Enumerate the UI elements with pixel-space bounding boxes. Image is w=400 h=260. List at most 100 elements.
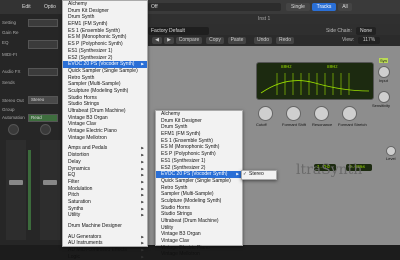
prev-preset-button[interactable]: ◀ [152,37,162,44]
menu-item-quick-sampler-single-sample[interactable]: Quick Sampler (Single Sample) [63,68,147,75]
options-menu[interactable]: Optio [44,4,56,10]
next-preset-button[interactable]: ▶ [164,37,174,44]
menu-item-es2-synthesizer-2[interactable]: ES2 (Synthesizer 2) [63,55,147,62]
menu-item-es-1-ensemble-synth[interactable]: ES 1 (Ensemble Synth) [63,28,147,35]
automation-mode[interactable]: Read [28,114,58,122]
menu-item-studio-horns[interactable]: Studio Horns [63,95,147,102]
submenu-item-ultrabeat-drum-machine[interactable]: Ultrabeat (Drum Machine) [156,218,242,225]
tab-tracks[interactable]: Tracks [312,3,336,11]
menu-item-sampler-multi-sample[interactable]: Sampler (Multi-Sample) [63,81,147,88]
pan-knob-right[interactable] [40,124,51,135]
submenu-item-vintage-clav[interactable]: Vintage Clav [156,238,242,245]
cutoff-knob[interactable] [258,106,273,121]
menu-item-evoc-20-ps-vocoder-synth[interactable]: EVOC 20 PS (Vocoder Synth) [63,61,147,68]
submenu-item-es-1-ensemble-synth[interactable]: ES 1 (Ensemble Synth) [156,138,242,145]
submenu-item-sculpture-modeling-synth[interactable]: Sculpture (Modeling Synth) [156,198,242,205]
compare-button[interactable]: Compare [176,37,202,44]
edit-menu[interactable]: Edit [22,4,31,10]
menu-item-utility[interactable]: Utility [63,212,147,219]
submenu-item-vintage-electric-piano[interactable]: Vintage Electric Piano [156,245,242,252]
submenu-item-evoc-20-ps-vocoder-synth[interactable]: EVOC 20 PS (Vocoder Synth) [156,171,242,178]
undo-button[interactable]: Undo [254,37,272,44]
track-selector-value: Off [151,4,158,10]
submenu-item-vintage-b3-organ[interactable]: Vintage B3 Organ [156,231,242,238]
paste-button[interactable]: Paste [228,37,246,44]
submenu-item-drum-kit-designer[interactable]: Drum Kit Designer [156,118,242,125]
input-level-knob[interactable] [378,66,390,78]
submenu-item-studio-horns[interactable]: Studio Horns [156,205,242,212]
stereo-out-slot[interactable]: Stereo [28,96,58,104]
menu-item-alchemy[interactable]: Alchemy [63,1,147,8]
submenu-item-es2-synthesizer-2[interactable]: ES2 (Synthesizer 2) [156,165,242,172]
menu-item-vintage-b3-organ[interactable]: Vintage B3 Organ [63,115,147,122]
menu-item-efm1-fm-synth[interactable]: EFM1 (FM Synth) [63,21,147,28]
submenu-item-alchemy[interactable]: Alchemy [156,111,242,118]
submenu-item-es1-synthesizer-1[interactable]: ES1 (Synthesizer 1) [156,158,242,165]
level-knob[interactable] [386,146,396,156]
formant-stretch-knob[interactable] [342,106,357,121]
submenu-item-es-p-polyphonic-synth[interactable]: ES P (Polyphonic Synth) [156,151,242,158]
eq-thumbnail[interactable] [28,40,58,49]
menu-item-au-instruments[interactable]: AU Instruments [63,240,147,247]
submenu-item-vintage-mellotron[interactable]: Vintage Mellotron [156,251,242,258]
submenu-item-sampler-multi-sample[interactable]: Sampler (Multi-Sample) [156,191,242,198]
menu-item-au-midi-controlled-effects[interactable]: AU MIDI-controlled Effects [63,247,147,254]
tab-all[interactable]: All [338,3,352,11]
plugin-toolbar: ◀ ▶ Compare Copy Paste Undo Redo View: 1… [146,35,400,46]
menu-item-eq[interactable]: EQ [63,172,147,179]
volume-fader-1[interactable] [6,140,26,240]
formant-shift-knob[interactable] [314,106,329,121]
menu-item-label: Ultrabeat (Drum Machine) [68,108,126,114]
resonance-knob[interactable] [286,106,301,121]
menu-item-delay[interactable]: Delay [63,159,147,166]
menu-item-amps-and-pedals[interactable]: Amps and Pedals [63,145,147,152]
channel-format-menu: ✓ Stereo [241,170,277,180]
track-selector[interactable]: Off [148,3,281,11]
submenu-item-utility[interactable]: Utility [156,225,242,232]
menu-item-saturation[interactable]: Saturation [63,199,147,206]
menu-item-drum-synth[interactable]: Drum Synth [63,14,147,21]
fader-cap-2[interactable] [43,180,57,185]
menu-item-vintage-clav[interactable]: Vintage Clav [63,121,147,128]
sensitivity-knob[interactable] [378,91,390,103]
pan-knob-left[interactable] [8,124,19,135]
label-sends: Sends [2,80,15,85]
tab-single[interactable]: Single [286,3,310,11]
view-zoom-select[interactable]: 117% [358,37,380,44]
menu-item-ultrabeat-drum-machine[interactable]: Ultrabeat (Drum Machine) [63,108,147,115]
menu-item-es-p-polyphonic-synth[interactable]: ES P (Polyphonic Synth) [63,41,147,48]
menu-item-au-generators[interactable]: AU Generators [63,234,147,241]
submenu-item-es-m-monophonic-synth[interactable]: ES M (Monophonic Synth) [156,144,242,151]
side-chain-select[interactable]: None [356,27,376,35]
submenu-item-efm1-fm-synth[interactable]: EFM1 (FM Synth) [156,131,242,138]
menu-item-vintage-electric-piano[interactable]: Vintage Electric Piano [63,128,147,135]
fader-cap-1[interactable] [9,180,23,185]
menu-item-drum-machine-designer[interactable]: Drum Machine Designer [63,223,147,230]
menu-item-filter[interactable]: Filter [63,179,147,186]
menu-item-stereo[interactable]: ✓ Stereo [242,171,276,178]
menu-item-sculpture-modeling-synth[interactable]: Sculpture (Modeling Synth) [63,88,147,95]
menu-item-studio-strings[interactable]: Studio Strings [63,101,147,108]
preset-menu[interactable]: Factory Default [148,27,209,35]
menu-item-distortion[interactable]: Distortion [63,152,147,159]
menu-item-label: Stereo [249,171,264,177]
submenu-item-drum-synth[interactable]: Drum Synth [156,124,242,131]
menu-item-logic[interactable]: Logic [63,254,147,260]
menu-item-es1-synthesizer-1[interactable]: ES1 (Synthesizer 1) [63,48,147,55]
submenu-item-retro-synth[interactable]: Retro Synth [156,185,242,192]
menu-item-retro-synth[interactable]: Retro Synth [63,75,147,82]
menu-item-synths[interactable]: Synths [63,206,147,213]
volume-fader-2[interactable] [40,140,60,240]
submenu-item-quick-sampler-single-sample[interactable]: Quick Sampler (Single Sample) [156,178,242,185]
submenu-item-studio-strings[interactable]: Studio Strings [156,211,242,218]
copy-button[interactable]: Copy [206,37,224,44]
menu-item-drum-kit-designer[interactable]: Drum Kit Designer [63,8,147,15]
audio-fx-slot[interactable] [28,68,58,76]
redo-button[interactable]: Redo [276,37,294,44]
menu-item-vintage-mellotron[interactable]: Vintage Mellotron [63,135,147,142]
menu-item-es-m-monophonic-synth[interactable]: ES M (Monophonic Synth) [63,34,147,41]
menu-item-pitch[interactable]: Pitch [63,192,147,199]
menu-item-dynamics[interactable]: Dynamics [63,166,147,173]
setting-slot[interactable] [28,19,58,27]
menu-item-modulation[interactable]: Modulation [63,186,147,193]
